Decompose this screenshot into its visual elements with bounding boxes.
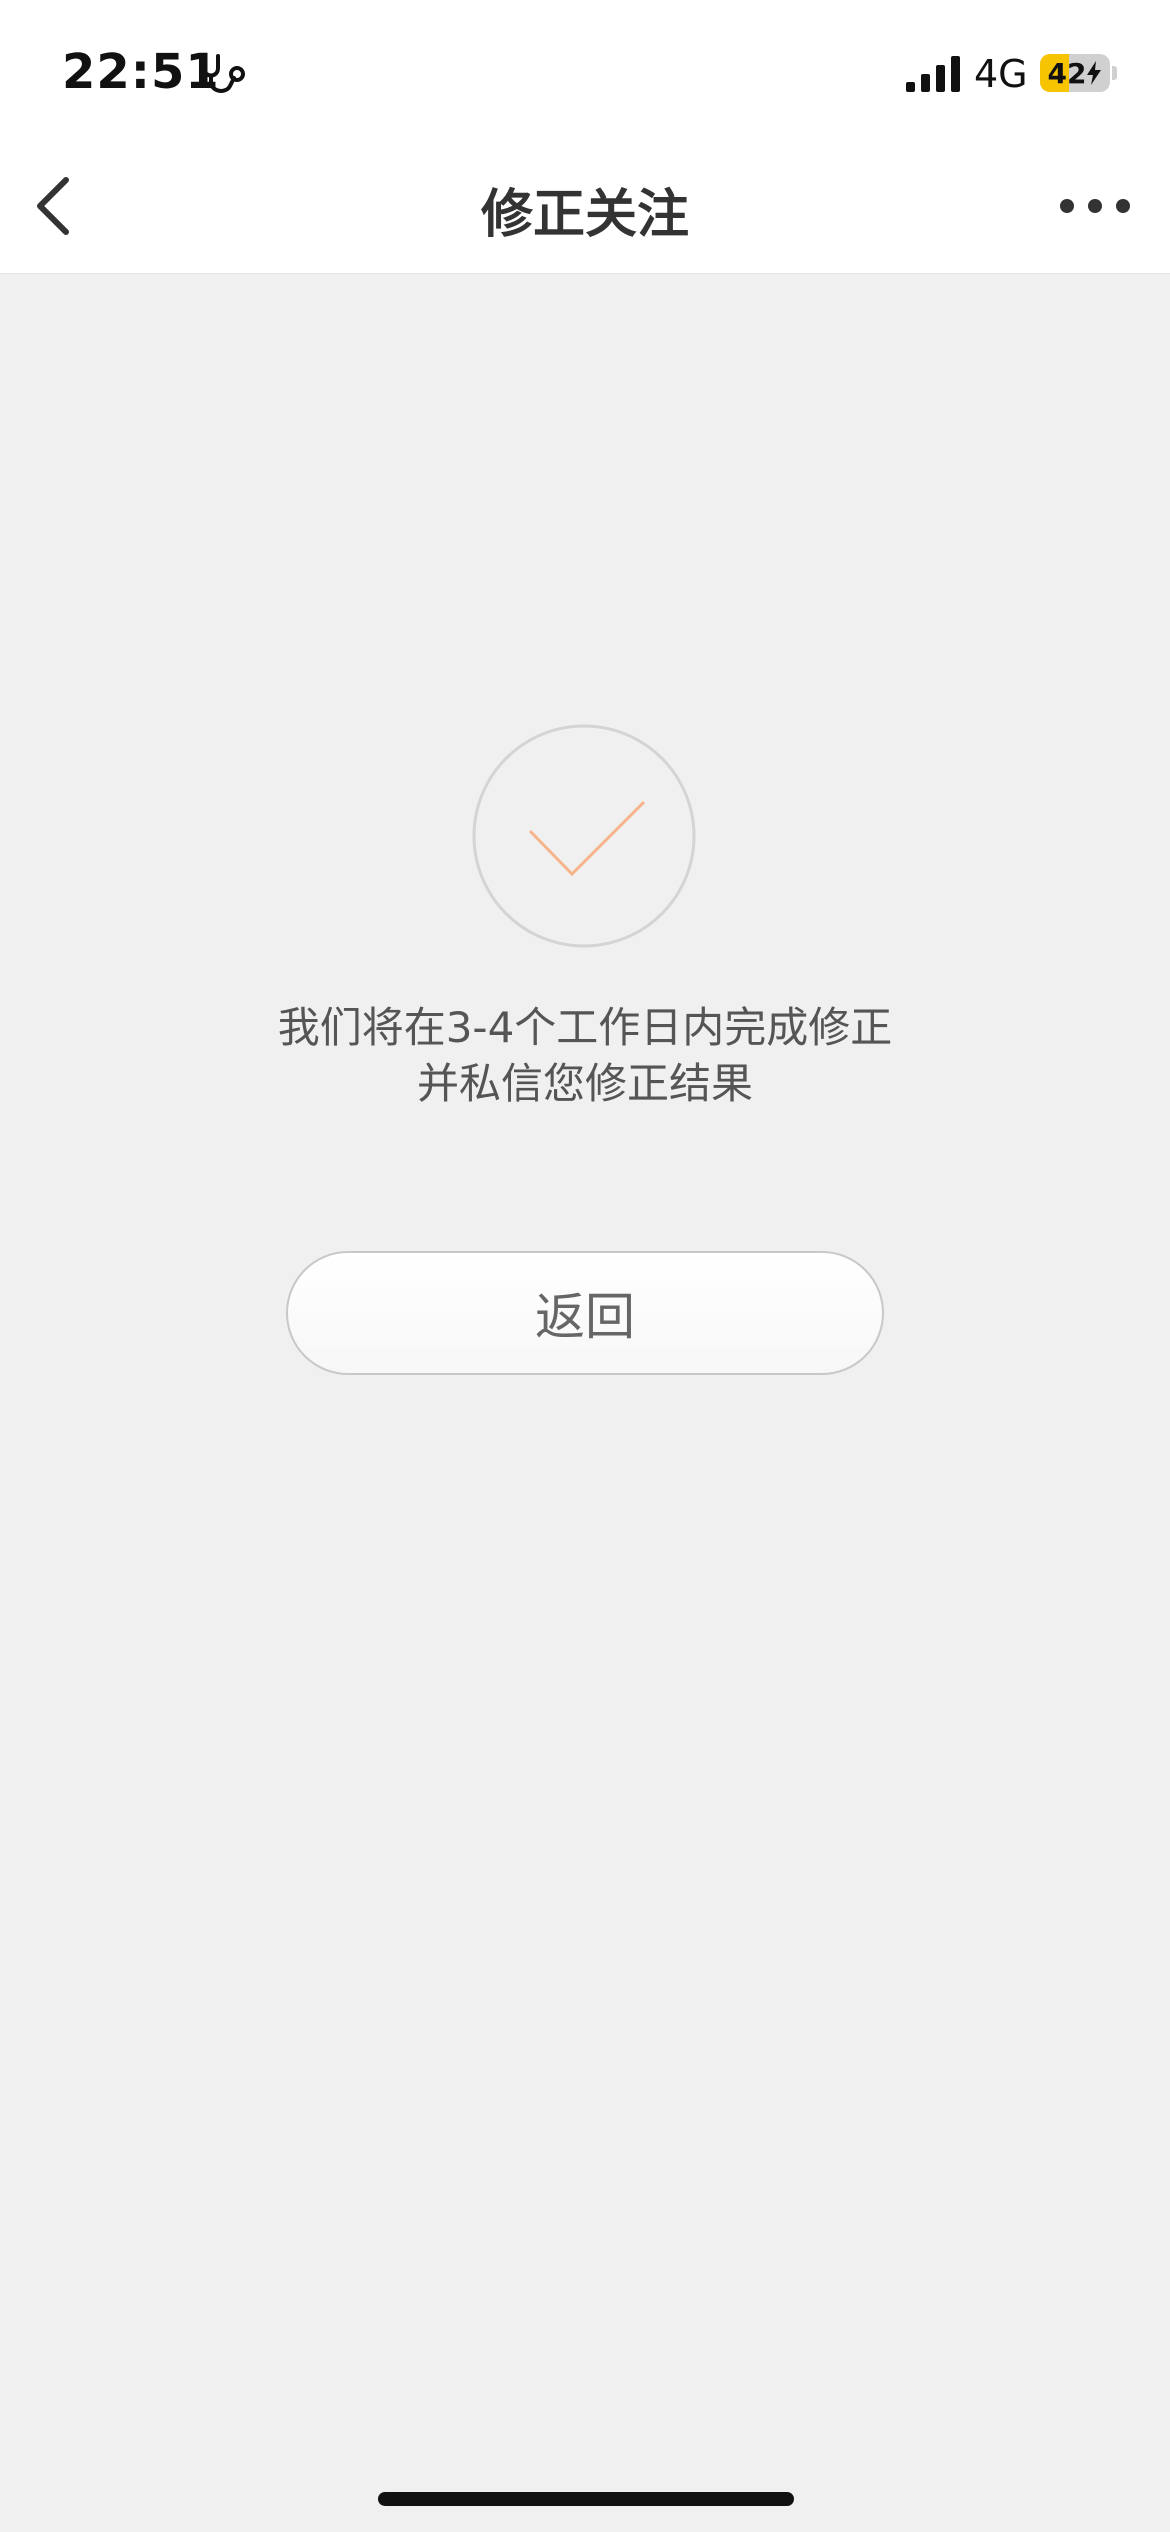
more-dots-icon xyxy=(1060,199,1130,213)
result-message: 我们将在3-4个工作日内完成修正 并私信您修正结果 xyxy=(0,1000,1170,1112)
checkmark-icon xyxy=(528,800,646,877)
battery-cap xyxy=(1112,66,1117,80)
battery-level-text: 42 xyxy=(1047,56,1087,90)
result-message-line-1: 我们将在3-4个工作日内完成修正 xyxy=(277,1003,893,1052)
battery-indicator: 42 xyxy=(1040,54,1110,92)
charging-bolt-icon xyxy=(1087,61,1102,85)
status-bar: 22:51 4G 42 xyxy=(0,0,1170,140)
result-message-line-2: 并私信您修正结果 xyxy=(416,1059,753,1108)
more-options-button[interactable] xyxy=(1050,176,1140,236)
battery-level-label: 42 xyxy=(1040,54,1110,92)
stethoscope-icon xyxy=(202,54,245,93)
home-indicator[interactable] xyxy=(378,2492,794,2506)
success-check-icon xyxy=(472,724,696,948)
navigation-bar: 修正关注 xyxy=(0,140,1170,274)
return-button[interactable]: 返回 xyxy=(286,1251,884,1375)
network-type: 4G xyxy=(974,52,1028,96)
cellular-signal-icon xyxy=(906,56,960,92)
page-title: 修正关注 xyxy=(480,185,689,245)
